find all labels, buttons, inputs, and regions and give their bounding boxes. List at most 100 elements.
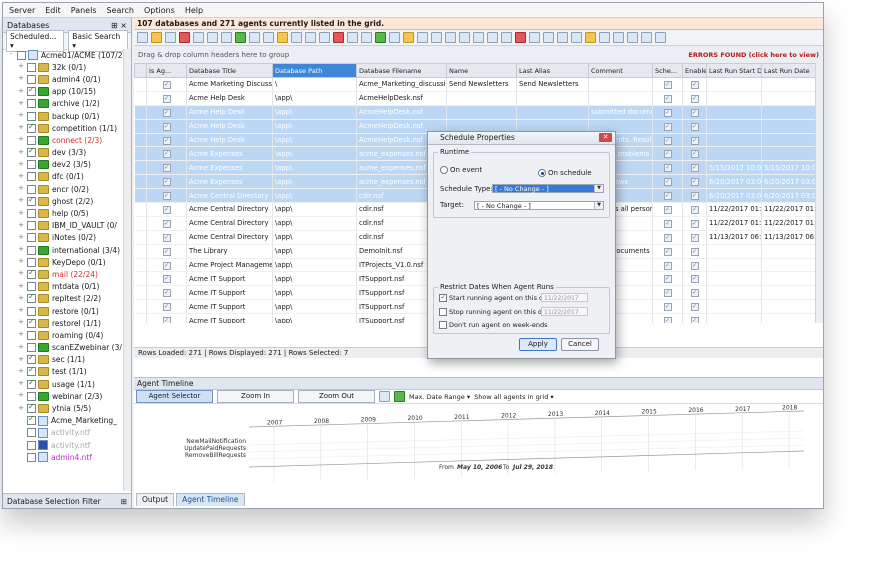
tree-checkbox[interactable]: [27, 378, 36, 389]
column-header[interactable]: Last Run Start D...: [706, 63, 762, 78]
tree-item[interactable]: + test (1/1): [3, 365, 123, 378]
stop-date-checkbox[interactable]: Stop running agent on this date: [439, 308, 553, 316]
database-selection-filter[interactable]: Database Selection Filter ⊞: [3, 493, 131, 508]
tree-item[interactable]: + ytnia (5/5): [3, 402, 123, 414]
tab-output[interactable]: Output: [136, 493, 175, 506]
expand-icon[interactable]: +: [17, 367, 25, 376]
table-row[interactable]: ✓ Acme Help Desk \app\ AcmeHelpDesk.nsf ✓ ✓: [134, 91, 816, 106]
pin-icon[interactable]: ⊞: [121, 497, 127, 506]
toolbar-button-icon[interactable]: [473, 32, 484, 43]
toolbar-button-icon[interactable]: [417, 32, 428, 43]
expand-icon[interactable]: +: [17, 172, 25, 181]
tree-checkbox[interactable]: [27, 428, 36, 438]
expand-icon[interactable]: +: [17, 307, 25, 315]
tree-item[interactable]: + usage (1/1): [3, 378, 123, 390]
target-select[interactable]: [ - No Change - ] ▼: [474, 201, 604, 210]
toolbar-button-icon[interactable]: [207, 32, 218, 43]
stop-date-field[interactable]: 11/22/2017: [541, 307, 588, 316]
expand-icon[interactable]: +: [17, 294, 25, 303]
column-header[interactable]: Last Run Date: [761, 63, 816, 78]
tree-checkbox[interactable]: [27, 122, 36, 133]
expand-icon[interactable]: -: [7, 51, 15, 59]
tree-checkbox[interactable]: [27, 365, 36, 377]
tree-item[interactable]: + dev (3/3): [3, 146, 123, 159]
toolbar-button-icon[interactable]: [571, 32, 582, 43]
expand-icon[interactable]: +: [17, 160, 25, 169]
expand-icon[interactable]: +: [17, 75, 25, 83]
tree-checkbox[interactable]: [27, 402, 36, 414]
column-header[interactable]: Last Alias: [516, 63, 589, 78]
toolbar-button-icon[interactable]: [277, 32, 288, 43]
tree-item[interactable]: + iNotes (0/2): [3, 232, 123, 244]
toolbar-button-icon[interactable]: [655, 32, 666, 43]
filter-column-header[interactable]: [134, 63, 147, 78]
tree-checkbox[interactable]: [27, 160, 36, 170]
tree-item[interactable]: + dfc (0/1): [3, 171, 123, 183]
tree-item[interactable]: + mail (22/24): [3, 268, 123, 280]
tree-item[interactable]: activity.ntf: [3, 427, 123, 439]
menu-item-edit[interactable]: Edit: [45, 6, 61, 15]
toolbar-button-icon[interactable]: [291, 32, 302, 43]
tree-item[interactable]: + competition (1/1): [3, 122, 123, 134]
toolbar-button-icon[interactable]: [263, 32, 274, 43]
toolbar-button-icon[interactable]: [501, 32, 512, 43]
schedule-type-select[interactable]: [ - No Change - ] ▼: [492, 184, 604, 193]
show-agents-dropdown[interactable]: Show all agents in grid ▾: [474, 393, 554, 401]
expand-icon[interactable]: +: [17, 87, 25, 96]
errors-link[interactable]: ERRORS FOUND (click here to view): [688, 51, 819, 59]
on-event-radio[interactable]: On event: [440, 166, 482, 174]
tree-checkbox[interactable]: [27, 74, 36, 84]
tree-checkbox[interactable]: [27, 85, 36, 97]
tree-item[interactable]: + scanEZwebinar (3/: [3, 342, 123, 354]
toolbar-button-icon[interactable]: [431, 32, 442, 43]
expand-icon[interactable]: +: [17, 148, 25, 157]
cancel-button[interactable]: Cancel: [561, 338, 599, 351]
tree-item[interactable]: + help (0/5): [3, 207, 123, 219]
menu-item-server[interactable]: Server: [9, 6, 35, 15]
expand-icon[interactable]: +: [17, 404, 25, 413]
tree-checkbox[interactable]: [27, 440, 36, 450]
tree-checkbox[interactable]: [27, 414, 36, 426]
table-row[interactable]: ✓ Acme Help Desk \app\ AcmeHelpDesk.nsf subm…: [134, 105, 816, 120]
expand-icon[interactable]: +: [17, 392, 25, 400]
toolbar-button-icon[interactable]: [179, 32, 190, 43]
tree-item[interactable]: + webinar (2/3): [3, 390, 123, 402]
tree-item[interactable]: + repltest (2/2): [3, 292, 123, 305]
expand-icon[interactable]: +: [17, 380, 25, 388]
toolbar-button-icon[interactable]: [319, 32, 330, 43]
expand-icon[interactable]: +: [17, 343, 25, 352]
expand-icon[interactable]: +: [17, 124, 25, 132]
tree-checkbox[interactable]: [27, 111, 36, 121]
toolbar-button-icon[interactable]: [165, 32, 176, 43]
tree-checkbox[interactable]: [27, 306, 36, 316]
tree-item[interactable]: + admin4 (0/1): [3, 73, 123, 85]
toolbar-button-icon[interactable]: [487, 32, 498, 43]
tree-checkbox[interactable]: [27, 221, 36, 231]
toolbar-button-icon[interactable]: [459, 32, 470, 43]
toolbar-button-icon[interactable]: [389, 32, 400, 43]
tree-checkbox[interactable]: [27, 353, 36, 365]
menu-item-options[interactable]: Options: [144, 6, 175, 15]
toolbar-button-icon[interactable]: [599, 32, 610, 43]
copy-icon[interactable]: [379, 391, 390, 402]
toolbar-button-icon[interactable]: [543, 32, 554, 43]
tree-checkbox[interactable]: [27, 209, 36, 219]
column-header[interactable]: Database Filename: [356, 63, 447, 78]
tree-item[interactable]: Acme_Marketing_: [3, 414, 123, 427]
tree-checkbox[interactable]: [27, 343, 36, 353]
tree-checkbox[interactable]: [27, 282, 36, 292]
tree-checkbox[interactable]: [27, 233, 36, 243]
tree-checkbox[interactable]: [27, 292, 36, 304]
zoom-in-button[interactable]: Zoom In: [217, 390, 294, 403]
toolbar-button-icon[interactable]: [221, 32, 232, 43]
start-date-field[interactable]: 11/22/2017: [541, 293, 588, 302]
weekends-checkbox[interactable]: Don't run agent on week-ends: [439, 321, 548, 329]
column-header[interactable]: Comment: [588, 63, 653, 78]
toolbar-button-icon[interactable]: [403, 32, 414, 43]
column-header[interactable]: Sche...: [652, 63, 683, 78]
tree-checkbox[interactable]: [27, 99, 36, 109]
start-date-checkbox[interactable]: ✓ Start running agent on this date: [439, 294, 554, 302]
expand-icon[interactable]: +: [17, 197, 25, 205]
tree-item[interactable]: + encr (0/2): [3, 183, 123, 195]
tree-checkbox[interactable]: [27, 452, 36, 462]
